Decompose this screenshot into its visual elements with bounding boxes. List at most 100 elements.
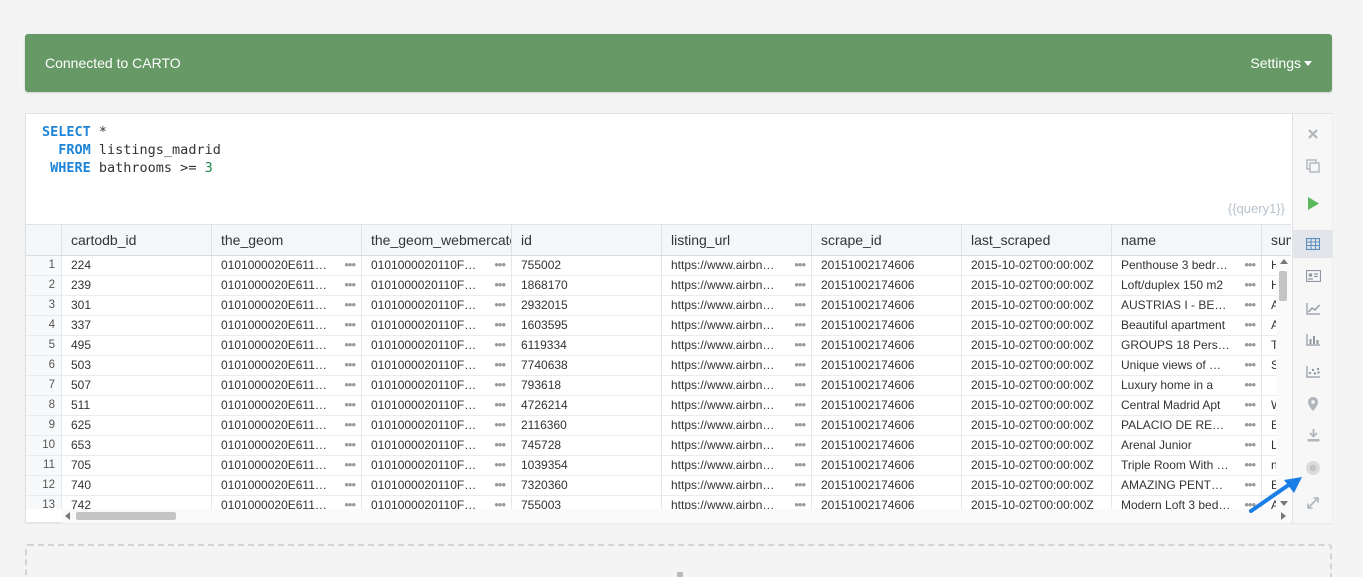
table-cell[interactable]: 2015-10-02T00:00:00Z [962, 336, 1112, 356]
cell-expand-icon[interactable]: ••• [494, 376, 506, 393]
table-row[interactable]: 10 653 0101000020E6110000 ••• 0101000020110F… [26, 436, 1291, 456]
cell-expand-icon[interactable]: ••• [794, 436, 806, 453]
table-cell[interactable]: 745728 [512, 436, 662, 456]
table-row[interactable]: 6 503 0101000020E6110000 ••• 0101000020110F0… [26, 356, 1291, 376]
table-cell[interactable]: 653 [62, 436, 212, 456]
cell-expand-icon[interactable]: ••• [1244, 416, 1256, 433]
table-cell[interactable]: 503 [62, 356, 212, 376]
cell-expand-icon[interactable]: ••• [344, 416, 356, 433]
close-button[interactable] [1293, 120, 1333, 148]
table-cell[interactable]: 20151002174606 [812, 316, 962, 336]
table-cell[interactable]: https://www.airbnb.com/rooms/1039354••• [662, 456, 812, 476]
table-cell[interactable]: 20151002174606 [812, 456, 962, 476]
table-cell[interactable]: 755002 [512, 256, 662, 276]
table-cell[interactable]: 0101000020E6110000 ••• [212, 256, 362, 276]
cell-expand-icon[interactable]: ••• [1244, 316, 1256, 333]
table-row[interactable]: 9 625 0101000020E6110000 ••• 0101000020110F0… [26, 416, 1291, 436]
cell-expand-icon[interactable]: ••• [494, 456, 506, 473]
vertical-scrollbar[interactable] [1276, 256, 1291, 509]
table-cell[interactable]: 740 [62, 476, 212, 496]
table-cell[interactable]: 755003 [512, 496, 662, 509]
table-cell[interactable]: 1603595 [512, 316, 662, 336]
table-cell[interactable]: 0101000020110F0000 ••• [362, 356, 512, 376]
table-cell[interactable]: https://www.airbnb.com/rooms/2116360••• [662, 416, 812, 436]
table-cell[interactable]: 0101000020E6110000 ••• [212, 456, 362, 476]
cell-expand-icon[interactable]: ••• [794, 276, 806, 293]
table-cell[interactable]: 511 [62, 396, 212, 416]
table-cell[interactable]: https://www.airbnb.com/rooms/2932015••• [662, 296, 812, 316]
cell-expand-icon[interactable]: ••• [344, 496, 356, 509]
cell-expand-icon[interactable]: ••• [794, 476, 806, 493]
table-cell[interactable]: Unique views of Madrid ••• [1112, 356, 1262, 376]
add-cell-dropzone[interactable] [25, 544, 1332, 577]
bar-chart-button[interactable] [1293, 326, 1333, 354]
table-cell[interactable]: 0101000020E6110000 ••• [212, 336, 362, 356]
table-cell[interactable]: 0101000020E6110000 ••• [212, 376, 362, 396]
table-cell[interactable]: 1039354 [512, 456, 662, 476]
table-cell[interactable]: 20151002174606 [812, 396, 962, 416]
table-cell[interactable]: 0101000020110F0000 ••• [362, 316, 512, 336]
cell-expand-icon[interactable]: ••• [494, 496, 506, 509]
column-header-summary[interactable]: summary [1262, 225, 1291, 255]
table-cell[interactable]: 0101000020E6110000 ••• [212, 316, 362, 336]
table-row[interactable]: 8 511 0101000020E6110000 ••• 0101000020110F0… [26, 396, 1291, 416]
cell-expand-icon[interactable]: ••• [1244, 396, 1256, 413]
cell-expand-icon[interactable]: ••• [494, 316, 506, 333]
cell-expand-icon[interactable]: ••• [794, 456, 806, 473]
cell-expand-icon[interactable]: ••• [344, 296, 356, 313]
table-cell[interactable]: https://www.airbnb.com/rooms/755002••• [662, 256, 812, 276]
table-cell[interactable]: 20151002174606 [812, 476, 962, 496]
table-row[interactable]: 11 705 0101000020E6110000 ••• 0101000020110F… [26, 456, 1291, 476]
table-cell[interactable]: 2015-10-02T00:00:00Z [962, 316, 1112, 336]
cell-expand-icon[interactable]: ••• [344, 256, 356, 273]
table-cell[interactable]: 2015-10-02T00:00:00Z [962, 396, 1112, 416]
table-cell[interactable]: 0101000020E6110000 ••• [212, 276, 362, 296]
cell-expand-icon[interactable]: ••• [794, 256, 806, 273]
cell-expand-icon[interactable]: ••• [344, 376, 356, 393]
table-row[interactable]: 4 337 0101000020E6110000 ••• 0101000020110F0… [26, 316, 1291, 336]
table-cell[interactable]: 0101000020E6110000 ••• [212, 296, 362, 316]
table-cell[interactable]: https://www.airbnb.com/rooms/7320360••• [662, 476, 812, 496]
line-chart-button[interactable] [1293, 295, 1333, 323]
table-cell[interactable]: 0101000020110F0000 ••• [362, 416, 512, 436]
table-row[interactable]: 3 301 0101000020E6110000 ••• 0101000020110F0… [26, 296, 1291, 316]
cell-expand-icon[interactable]: ••• [1244, 336, 1256, 353]
table-cell[interactable]: https://www.airbnb.com/rooms/745728••• [662, 436, 812, 456]
table-cell[interactable]: 20151002174606 [812, 496, 962, 509]
table-cell[interactable]: https://www.airbnb.com/rooms/1868170••• [662, 276, 812, 296]
table-cell[interactable]: PALACIO DE REDONDO ••• [1112, 416, 1262, 436]
vertical-scroll-thumb[interactable] [1279, 271, 1287, 301]
table-cell[interactable]: https://www.airbnb.com/rooms/7740638••• [662, 356, 812, 376]
column-header-name[interactable]: name [1112, 225, 1262, 255]
table-cell[interactable]: 20151002174606 [812, 416, 962, 436]
table-cell[interactable]: 239 [62, 276, 212, 296]
table-cell[interactable]: https://www.airbnb.com/rooms/1603595••• [662, 316, 812, 336]
table-cell[interactable]: 0101000020110F0000 ••• [362, 276, 512, 296]
scroll-left-icon[interactable] [65, 512, 70, 520]
table-cell[interactable]: 0101000020E6110000 ••• [212, 476, 362, 496]
table-cell[interactable]: 2015-10-02T00:00:00Z [962, 476, 1112, 496]
sql-line[interactable]: WHERE bathrooms >= 3 [42, 159, 1291, 177]
card-view-button[interactable] [1293, 262, 1333, 290]
column-header-last-scraped[interactable]: last_scraped [962, 225, 1112, 255]
table-cell[interactable]: 0101000020110F0000 ••• [362, 476, 512, 496]
cell-expand-icon[interactable]: ••• [1244, 356, 1256, 373]
table-cell[interactable]: 20151002174606 [812, 376, 962, 396]
cell-expand-icon[interactable]: ••• [494, 476, 506, 493]
column-header-scrape-id[interactable]: scrape_id [812, 225, 962, 255]
column-header-id[interactable]: id [512, 225, 662, 255]
table-cell[interactable]: 2015-10-02T00:00:00Z [962, 496, 1112, 509]
cell-expand-icon[interactable]: ••• [794, 336, 806, 353]
table-view-button[interactable] [1293, 230, 1333, 258]
table-cell[interactable]: 4726214 [512, 396, 662, 416]
table-row[interactable]: 7 507 0101000020E6110000 ••• 0101000020110F0… [26, 376, 1291, 396]
cell-expand-icon[interactable]: ••• [494, 356, 506, 373]
table-row[interactable]: 13 742 0101000020E6110000 ••• 0101000020110F… [26, 496, 1291, 509]
table-cell[interactable]: 20151002174606 [812, 436, 962, 456]
table-cell[interactable]: https://www.airbnb.com/rooms/4726214••• [662, 396, 812, 416]
table-cell[interactable]: 224 [62, 256, 212, 276]
cell-expand-icon[interactable]: ••• [1244, 376, 1256, 393]
table-row[interactable]: 5 495 0101000020E6110000 ••• 0101000020110F0… [26, 336, 1291, 356]
cell-expand-icon[interactable]: ••• [494, 396, 506, 413]
sql-line[interactable]: FROM listings_madrid [42, 141, 1291, 159]
